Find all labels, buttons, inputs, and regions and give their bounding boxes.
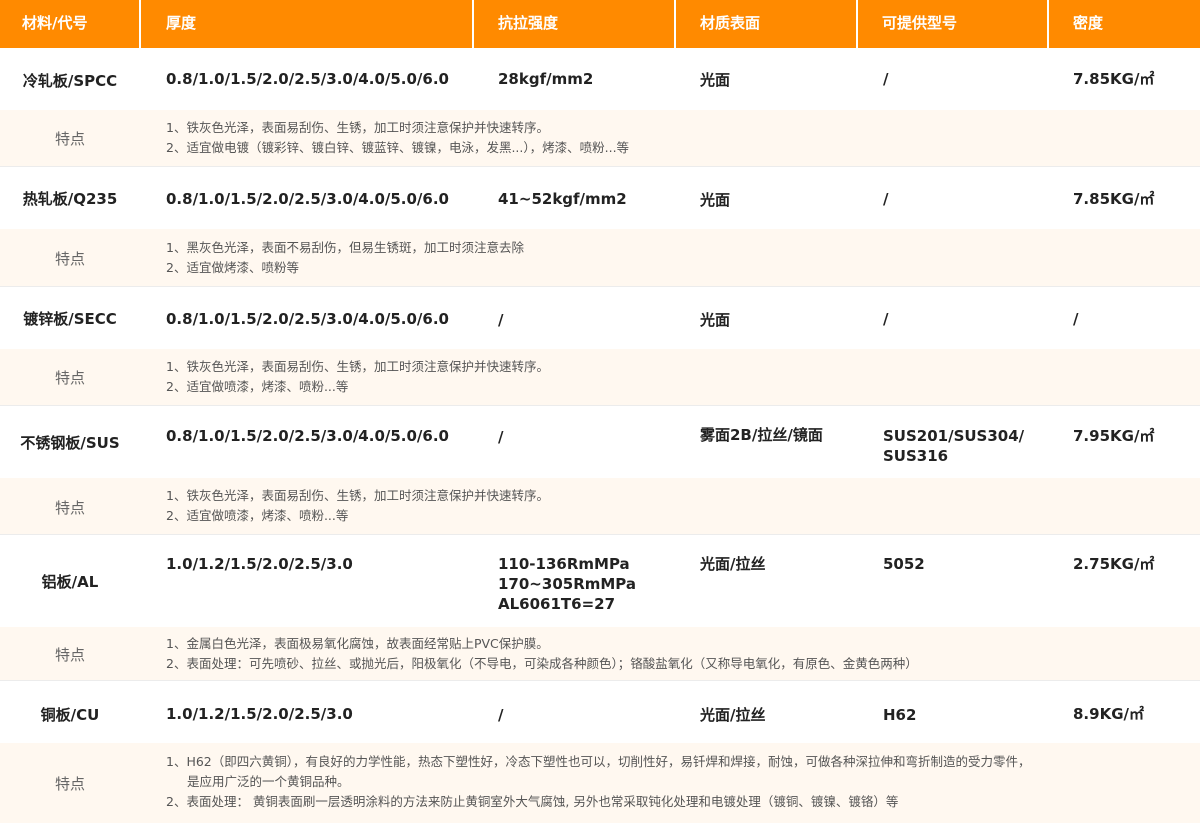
thickness-value: 0.8/1.0/1.5/2.0/2.5/3.0/4.0/5.0/6.0 [166, 310, 449, 328]
feature-notes: 1、金属白色光泽，表面极易氧化腐蚀，故表面经常贴上PVC保护膜。 2、表面处理：… [166, 634, 918, 674]
density-value: 7.85KG/㎡ [1073, 70, 1155, 88]
strength-value: 41~52kgf/mm2 [498, 190, 627, 208]
material-name: 铝板/AL [41, 573, 99, 591]
material-row: 冷轧板/SPCC 0.8/1.0/1.5/2.0/2.5/3.0/4.0/5.0… [0, 48, 1200, 110]
header-strength: 抗拉强度 [498, 14, 559, 32]
density-value: 7.95KG/㎡ [1073, 427, 1155, 445]
note-line: 1、铁灰色光泽，表面易刮伤、生锈，加工时须注意保护并快速转序。 [166, 488, 549, 503]
materials-table: 材料/代号 厚度 抗拉强度 材质表面 可提供型号 密度 冷轧板/SPCC 0.8… [0, 0, 1200, 823]
material-name: 铜板/CU [40, 706, 100, 724]
header-models: 可提供型号 [882, 14, 958, 32]
strength-value: 28kgf/mm2 [498, 70, 594, 88]
surface-value: 光面 [700, 311, 731, 329]
feature-row: 特点 1、金属白色光泽，表面极易氧化腐蚀，故表面经常贴上PVC保护膜。 2、表面… [0, 627, 1200, 680]
feature-row: 特点 1、铁灰色光泽，表面易刮伤、生锈，加工时须注意保护并快速转序。 2、适宜做… [0, 110, 1200, 166]
models-value: H62 [883, 706, 917, 724]
density-value: 2.75KG/㎡ [1073, 555, 1155, 573]
note-line: 2、表面处理： 黄铜表面刷一层透明涂料的方法来防止黄铜室外大气腐蚀, 另外也常采… [166, 794, 899, 809]
material-name: 热轧板/Q235 [22, 190, 118, 208]
surface-value: 光面 [700, 71, 731, 89]
header-surface: 材质表面 [700, 14, 761, 32]
note-line: 1、H62（即四六黄铜），有良好的力学性能，热态下塑性好，冷态下塑性也可以，切削… [166, 754, 1031, 769]
note-line: 1、金属白色光泽，表面极易氧化腐蚀，故表面经常贴上PVC保护膜。 [166, 636, 549, 651]
models-value: SUS201/SUS304/ SUS316 [883, 426, 1024, 466]
feature-label: 特点 [54, 499, 85, 517]
feature-row: 特点 1、H62（即四六黄铜），有良好的力学性能，热态下塑性好，冷态下塑性也可以… [0, 743, 1200, 823]
strength-line: 170~305RmMPa [498, 575, 637, 593]
thickness-value: 0.8/1.0/1.5/2.0/2.5/3.0/4.0/5.0/6.0 [166, 427, 449, 445]
material-name: 不锈钢板/SUS [20, 434, 120, 452]
models-value: / [883, 70, 889, 88]
models-value: 5052 [883, 555, 925, 573]
material-row: 热轧板/Q235 0.8/1.0/1.5/2.0/2.5/3.0/4.0/5.0… [0, 167, 1200, 229]
density-value: / [1073, 310, 1079, 328]
note-line: 1、黑灰色光泽，表面不易刮伤，但易生锈斑，加工时须注意去除 [166, 240, 524, 255]
feature-label: 特点 [54, 130, 85, 148]
note-line: 2、适宜做喷漆，烤漆、喷粉...等 [166, 379, 349, 394]
note-line: 是应用广泛的一个黄铜品种。 [187, 774, 350, 789]
models-value: / [883, 310, 889, 328]
feature-label: 特点 [54, 250, 85, 268]
strength-value: 110-136RmMPa 170~305RmMPa AL6061T6=27 [498, 554, 636, 614]
note-line: 2、适宜做烤漆、喷粉等 [166, 260, 299, 275]
surface-value: 光面/拉丝 [700, 555, 766, 573]
material-row: 镀锌板/SECC 0.8/1.0/1.5/2.0/2.5/3.0/4.0/5.0… [0, 287, 1200, 349]
header-material: 材料/代号 [22, 14, 88, 32]
thickness-value: 1.0/1.2/1.5/2.0/2.5/3.0 [166, 555, 353, 573]
note-line: 2、表面处理：可先喷砂、拉丝、或抛光后，阳极氧化（不导电，可染成各种颜色）；铬酸… [166, 656, 918, 671]
strength-value: / [498, 706, 504, 724]
model-line: SUS316 [883, 447, 949, 465]
surface-value: 光面/拉丝 [700, 706, 766, 724]
feature-notes: 1、铁灰色光泽，表面易刮伤、生锈，加工时须注意保护并快速转序。 2、适宜做喷漆，… [166, 486, 549, 526]
strength-value: / [498, 311, 504, 329]
material-name: 冷轧板/SPCC [22, 72, 118, 90]
material-row: 铝板/AL 1.0/1.2/1.5/2.0/2.5/3.0 110-136RmM… [0, 535, 1200, 627]
models-value: / [883, 190, 889, 208]
feature-notes: 1、H62（即四六黄铜），有良好的力学性能，热态下塑性好，冷态下塑性也可以，切削… [166, 752, 1031, 812]
feature-notes: 1、铁灰色光泽，表面易刮伤、生锈，加工时须注意保护并快速转序。 2、适宜做喷漆，… [166, 357, 549, 397]
note-line: 1、铁灰色光泽，表面易刮伤、生锈，加工时须注意保护并快速转序。 [166, 359, 549, 374]
strength-value: / [498, 428, 504, 446]
note-line: 2、适宜做电镀（镀彩锌、镀白锌、镀蓝锌、镀镍，电泳，发黑...），烤漆、喷粉..… [166, 140, 630, 155]
strength-line: 110-136RmMPa [498, 555, 630, 573]
header-thickness: 厚度 [166, 14, 197, 32]
note-line: 2、适宜做喷漆，烤漆、喷粉...等 [166, 508, 349, 523]
feature-label: 特点 [54, 369, 85, 387]
feature-row: 特点 1、铁灰色光泽，表面易刮伤、生锈，加工时须注意保护并快速转序。 2、适宜做… [0, 478, 1200, 534]
feature-label: 特点 [54, 775, 85, 793]
thickness-value: 0.8/1.0/1.5/2.0/2.5/3.0/4.0/5.0/6.0 [166, 190, 449, 208]
model-line: SUS201/SUS304/ [883, 427, 1025, 445]
feature-label: 特点 [54, 646, 85, 664]
material-name: 镀锌板/SECC [23, 310, 117, 328]
material-row: 铜板/CU 1.0/1.2/1.5/2.0/2.5/3.0 / 光面/拉丝 H6… [0, 681, 1200, 743]
material-row: 不锈钢板/SUS 0.8/1.0/1.5/2.0/2.5/3.0/4.0/5.0… [0, 406, 1200, 478]
feature-row: 特点 1、黑灰色光泽，表面不易刮伤，但易生锈斑，加工时须注意去除 2、适宜做烤漆… [0, 229, 1200, 286]
feature-notes: 1、铁灰色光泽，表面易刮伤、生锈，加工时须注意保护并快速转序。 2、适宜做电镀（… [166, 118, 629, 158]
feature-row: 特点 1、铁灰色光泽，表面易刮伤、生锈，加工时须注意保护并快速转序。 2、适宜做… [0, 349, 1200, 405]
density-value: 7.85KG/㎡ [1073, 190, 1155, 208]
table-header: 材料/代号 厚度 抗拉强度 材质表面 可提供型号 密度 [0, 0, 1200, 48]
header-density: 密度 [1073, 14, 1104, 32]
thickness-value: 1.0/1.2/1.5/2.0/2.5/3.0 [166, 705, 353, 723]
surface-value: 雾面2B/拉丝/镜面 [700, 426, 823, 444]
surface-value: 光面 [700, 191, 731, 209]
strength-line: AL6061T6=27 [498, 595, 616, 613]
thickness-value: 0.8/1.0/1.5/2.0/2.5/3.0/4.0/5.0/6.0 [166, 70, 449, 88]
note-line: 1、铁灰色光泽，表面易刮伤、生锈，加工时须注意保护并快速转序。 [166, 120, 549, 135]
density-value: 8.9KG/㎡ [1073, 705, 1144, 723]
feature-notes: 1、黑灰色光泽，表面不易刮伤，但易生锈斑，加工时须注意去除 2、适宜做烤漆、喷粉… [166, 238, 524, 278]
